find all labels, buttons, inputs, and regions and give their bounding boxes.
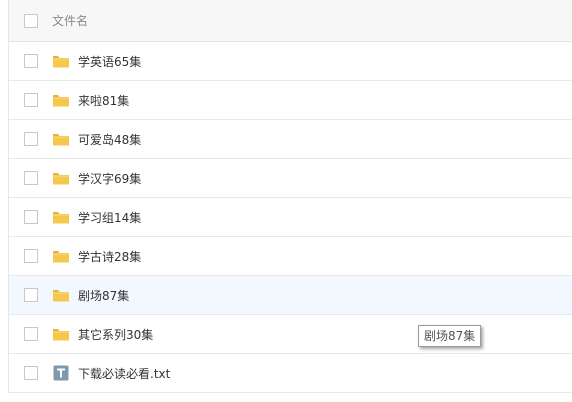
file-name-tooltip: 剧场87集 xyxy=(418,325,482,347)
row-checkbox[interactable] xyxy=(24,327,38,341)
folder-icon xyxy=(52,170,70,186)
row-checkbox[interactable] xyxy=(24,288,38,302)
folder-icon xyxy=(52,287,70,303)
file-name[interactable]: 学汉字69集 xyxy=(78,170,141,187)
file-row[interactable]: 其它系列30集 xyxy=(9,315,572,354)
folder-icon xyxy=(52,53,70,69)
row-checkbox[interactable] xyxy=(24,366,38,380)
file-row-hovered[interactable]: 剧场87集 xyxy=(9,276,572,315)
file-name[interactable]: 可爱岛48集 xyxy=(78,131,141,148)
file-name[interactable]: 来啦81集 xyxy=(78,92,129,109)
file-row[interactable]: 可爱岛48集 xyxy=(9,120,572,159)
file-row[interactable]: 下载必读必看.txt xyxy=(9,354,572,393)
file-row[interactable]: 学古诗28集 xyxy=(9,237,572,276)
file-name[interactable]: 下载必读必看.txt xyxy=(78,365,170,382)
file-name[interactable]: 学古诗28集 xyxy=(78,248,141,265)
file-row[interactable]: 来啦81集 xyxy=(9,81,572,120)
row-checkbox[interactable] xyxy=(24,132,38,146)
folder-icon xyxy=(52,131,70,147)
row-checkbox[interactable] xyxy=(24,54,38,68)
folder-icon xyxy=(52,209,70,225)
file-row[interactable]: 学汉字69集 xyxy=(9,159,572,198)
row-checkbox[interactable] xyxy=(24,93,38,107)
folder-icon xyxy=(52,248,70,264)
file-name[interactable]: 学英语65集 xyxy=(78,53,141,70)
row-checkbox[interactable] xyxy=(24,171,38,185)
column-header-filename[interactable]: 文件名 xyxy=(52,12,88,29)
file-row[interactable]: 学习组14集 xyxy=(9,198,572,237)
row-checkbox[interactable] xyxy=(24,249,38,263)
file-list-header: 文件名 xyxy=(9,0,572,42)
select-all-checkbox[interactable] xyxy=(24,13,38,28)
file-name[interactable]: 其它系列30集 xyxy=(78,326,153,343)
text-file-icon xyxy=(52,365,70,381)
file-name[interactable]: 学习组14集 xyxy=(78,209,141,226)
folder-icon xyxy=(52,326,70,342)
file-name[interactable]: 剧场87集 xyxy=(78,287,129,304)
folder-icon xyxy=(52,92,70,108)
row-checkbox[interactable] xyxy=(24,210,38,224)
file-list: 文件名 学英语65集 来啦81集 可爱岛48集 学汉字69集 学习组14集 学古… xyxy=(8,0,572,393)
file-row[interactable]: 学英语65集 xyxy=(9,42,572,81)
